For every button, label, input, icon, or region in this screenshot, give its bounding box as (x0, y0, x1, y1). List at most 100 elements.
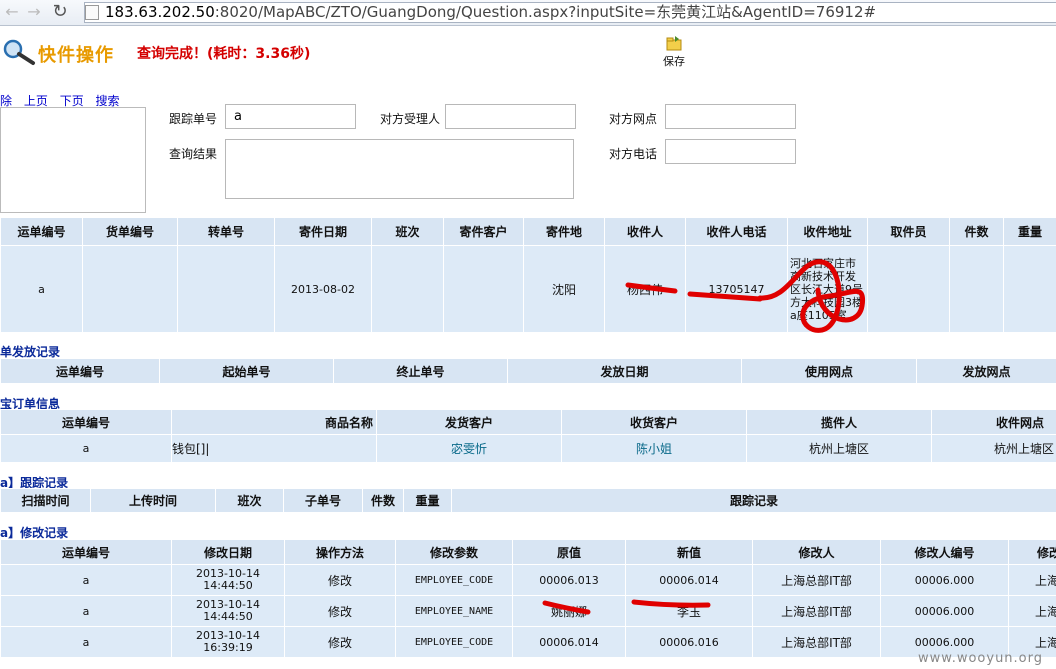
query-result-label: 查询结果 (169, 147, 218, 161)
cell: 00006.000 (880, 564, 1009, 596)
cell: 00006.000 (880, 595, 1009, 627)
col-send-date: 寄件日期 (274, 217, 372, 246)
other-phone-input[interactable] (665, 139, 796, 164)
col-start-no: 起始单号 (159, 358, 334, 384)
cell: 上海 (1008, 595, 1056, 627)
cell (949, 245, 1004, 333)
table-row[interactable]: a 2013-10-14 14:44:50 修改 EMPLOYEE_NAME 姚丽… (0, 595, 1056, 627)
next-page-link[interactable]: 下页 (60, 94, 84, 108)
save-button[interactable]: 保存 (655, 35, 693, 73)
waybill-table: 运单编号 货单编号 转单号 寄件日期 班次 寄件客户 寄件地 收件人 收件人电话… (0, 217, 1056, 333)
cell: 00006.014 (625, 564, 753, 596)
cell: 上海总部IT部 (752, 564, 881, 596)
table-row[interactable]: a 2013-10-14 16:39:19 修改 EMPLOYEE_CODE 00… (0, 626, 1056, 658)
col-end-no: 终止单号 (333, 358, 508, 384)
modify-table: 运单编号 修改日期 操作方法 修改参数 原值 新值 修改人 修改人编号 修改 a… (0, 539, 1056, 658)
order-table: 运单编号 商品名称 发货客户 收货客户 揽件人 收件网点 a 钱包[]| 宓雯忻… (0, 409, 1056, 463)
table-row[interactable]: a 2013-10-14 14:44:50 修改 EMPLOYEE_CODE 00… (0, 564, 1056, 596)
cell: 修改 (284, 626, 396, 658)
col-receive-site: 收件网点 (931, 409, 1056, 435)
cell (82, 245, 178, 333)
page-icon (85, 5, 99, 20)
col-pickup: 取件员 (867, 217, 950, 246)
cell: 00006.016 (625, 626, 753, 658)
other-handler-input[interactable] (445, 104, 576, 129)
cell (867, 245, 950, 333)
result-listbox[interactable] (0, 107, 146, 213)
modify-header-row: 运单编号 修改日期 操作方法 修改参数 原值 新值 修改人 修改人编号 修改 (0, 539, 1056, 565)
col-use-site: 使用网点 (741, 358, 917, 384)
tracking-table: 扫描时间 上传时间 班次 子单号 件数 重量 跟踪记录 (0, 488, 1056, 513)
col-waybill-no: 运单编号 (0, 409, 172, 435)
col-sub-no: 子单号 (283, 488, 363, 513)
reload-icon[interactable]: ↻ (50, 2, 70, 22)
time-text: 14:44:50 (203, 610, 253, 623)
order-header-row: 运单编号 商品名称 发货客户 收货客户 揽件人 收件网点 (0, 409, 1056, 435)
cell: 杨西伟 (604, 245, 686, 333)
dispatch-header-row: 运单编号 起始单号 终止单号 发放日期 使用网点 发放网点 (0, 358, 1056, 384)
other-phone-label: 对方电话 (609, 147, 658, 161)
cell: 13705147 (685, 245, 788, 333)
cell: 修改 (284, 595, 396, 627)
col-weight: 重量 (1003, 217, 1056, 246)
forward-arrow-icon[interactable]: → (24, 2, 44, 22)
col-waybill-no: 运单编号 (0, 539, 172, 565)
col-sender: 寄件客户 (443, 217, 524, 246)
page-title: 快件操作 (38, 45, 114, 66)
other-site-label: 对方网点 (609, 112, 658, 126)
cell: a (0, 245, 83, 333)
col-shift: 班次 (371, 217, 444, 246)
other-handler-label: 对方受理人 (380, 112, 441, 126)
cell: a (0, 564, 172, 596)
cell: a (0, 595, 172, 627)
back-arrow-icon[interactable]: ← (2, 2, 22, 22)
cell: 2013-08-02 (274, 245, 372, 333)
col-modifier: 修改人 (752, 539, 881, 565)
col-operation: 操作方法 (284, 539, 396, 565)
time-text: 16:39:19 (203, 641, 253, 654)
magnifier-icon (3, 39, 35, 65)
cell: 修改 (284, 564, 396, 596)
prev-page-link[interactable]: 上页 (24, 94, 48, 108)
cell: 上海总部IT部 (752, 595, 881, 627)
col-collector: 揽件人 (746, 409, 932, 435)
col-dispatch-date: 发放日期 (507, 358, 742, 384)
col-recipient-address: 收件地址 (787, 217, 868, 246)
col-upload-time: 上传时间 (90, 488, 216, 513)
cell: 2013-10-14 14:44:50 (171, 564, 285, 596)
receive-customer-link[interactable]: 陈小姐 (561, 434, 747, 463)
url-host: 183.63.202.50 (105, 3, 215, 21)
waybill-header-row: 运单编号 货单编号 转单号 寄件日期 班次 寄件客户 寄件地 收件人 收件人电话… (0, 217, 1056, 246)
browser-toolbar: ← → ↻ 183.63.202.50:8020/MapABC/ZTO/Guan… (0, 0, 1056, 26)
tracking-no-input[interactable] (225, 104, 356, 129)
time-text: 14:44:50 (203, 579, 253, 592)
col-weight: 重量 (403, 488, 452, 513)
cell: 钱包[]| (171, 434, 377, 463)
cell: 2013-10-14 14:44:50 (171, 595, 285, 627)
col-modify-date: 修改日期 (171, 539, 285, 565)
address-bar[interactable]: 183.63.202.50:8020/MapABC/ZTO/GuangDong/… (84, 2, 1056, 23)
col-modify-extra: 修改 (1008, 539, 1056, 565)
col-count: 件数 (949, 217, 1004, 246)
delete-link[interactable]: 除 (0, 94, 12, 108)
tracking-no-label: 跟踪单号 (169, 112, 218, 126)
col-origin: 寄件地 (523, 217, 605, 246)
col-ship-customer: 发货客户 (376, 409, 562, 435)
table-row[interactable]: a 2013-08-02 沈阳 杨西伟 13705147 河北石家庄市高新技术开… (0, 245, 1056, 333)
cell (1003, 245, 1056, 333)
col-modifier-no: 修改人编号 (880, 539, 1009, 565)
cell: 李玉 (625, 595, 753, 627)
cell: 杭州上塘区 (746, 434, 932, 463)
ship-customer-link[interactable]: 宓雯忻 (376, 434, 562, 463)
cell: 上海 (1008, 564, 1056, 596)
other-site-input[interactable] (665, 104, 796, 129)
cell: 2013-10-14 16:39:19 (171, 626, 285, 658)
table-row[interactable]: a 钱包[]| 宓雯忻 陈小姐 杭州上塘区 杭州上塘区 (0, 434, 1056, 463)
search-link[interactable]: 搜索 (96, 94, 120, 108)
query-result-textarea[interactable] (225, 139, 574, 199)
col-scan-time: 扫描时间 (0, 488, 91, 513)
cell (177, 245, 275, 333)
cell: 沈阳 (523, 245, 605, 333)
col-receive-customer: 收货客户 (561, 409, 747, 435)
address-cell: 河北石家庄市高新技术开发区长江大道9号方大科技园3楼a座1105室 (787, 245, 868, 333)
